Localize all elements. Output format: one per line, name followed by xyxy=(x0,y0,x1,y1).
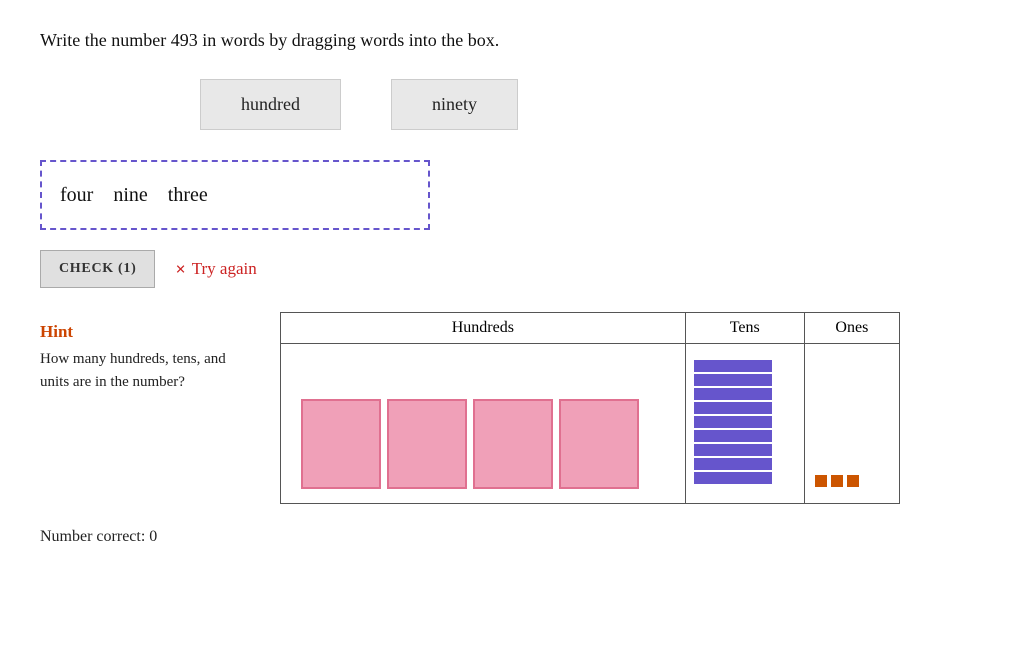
word-bank: hundred ninety xyxy=(40,79,992,130)
ten-bar-6 xyxy=(694,430,772,442)
tens-cell xyxy=(685,344,804,504)
place-value-table: Hundreds Tens Ones xyxy=(280,312,900,504)
ones-dots xyxy=(815,475,859,487)
try-again-label: Try again xyxy=(192,259,257,279)
drop-zone[interactable]: four nine three xyxy=(40,160,430,230)
drop-word-four: four xyxy=(60,184,93,207)
one-dot-1 xyxy=(815,475,827,487)
hundreds-cell xyxy=(281,344,686,504)
one-dot-3 xyxy=(847,475,859,487)
drop-word-nine: nine xyxy=(113,184,147,207)
check-button[interactable]: CHECK (1) xyxy=(40,250,155,288)
header-ones: Ones xyxy=(804,313,899,344)
ten-bar-1 xyxy=(694,360,772,372)
hundred-block-2 xyxy=(387,399,467,489)
place-value-area: Hundreds Tens Ones xyxy=(280,312,900,504)
ten-bar-5 xyxy=(694,416,772,428)
ten-bar-7 xyxy=(694,444,772,456)
bottom-section: Hint How many hundreds, tens, and units … xyxy=(40,312,992,504)
hint-section: Hint How many hundreds, tens, and units … xyxy=(40,312,240,393)
try-again-message: × Try again xyxy=(175,259,256,280)
drop-word-three: three xyxy=(168,184,208,207)
check-row: CHECK (1) × Try again xyxy=(40,250,992,288)
try-again-x-icon: × xyxy=(175,259,185,280)
ten-bar-4 xyxy=(694,402,772,414)
ten-bar-2 xyxy=(694,374,772,386)
hundred-block-4 xyxy=(559,399,639,489)
ten-bar-8 xyxy=(694,458,772,470)
word-card-hundred[interactable]: hundred xyxy=(200,79,341,130)
hint-label: Hint xyxy=(40,322,240,342)
ten-bar-9 xyxy=(694,472,772,484)
tens-stack xyxy=(694,360,772,484)
header-tens: Tens xyxy=(685,313,804,344)
number-correct: Number correct: 0 xyxy=(40,528,992,546)
ten-bar-3 xyxy=(694,388,772,400)
instruction-text: Write the number 493 in words by draggin… xyxy=(40,30,992,51)
one-dot-2 xyxy=(831,475,843,487)
hint-text: How many hundreds, tens, and units are i… xyxy=(40,348,240,393)
hundred-block-1 xyxy=(301,399,381,489)
word-card-ninety[interactable]: ninety xyxy=(391,79,518,130)
hundred-block-3 xyxy=(473,399,553,489)
hundreds-blocks xyxy=(301,399,639,489)
header-hundreds: Hundreds xyxy=(281,313,686,344)
ones-cell xyxy=(804,344,899,504)
